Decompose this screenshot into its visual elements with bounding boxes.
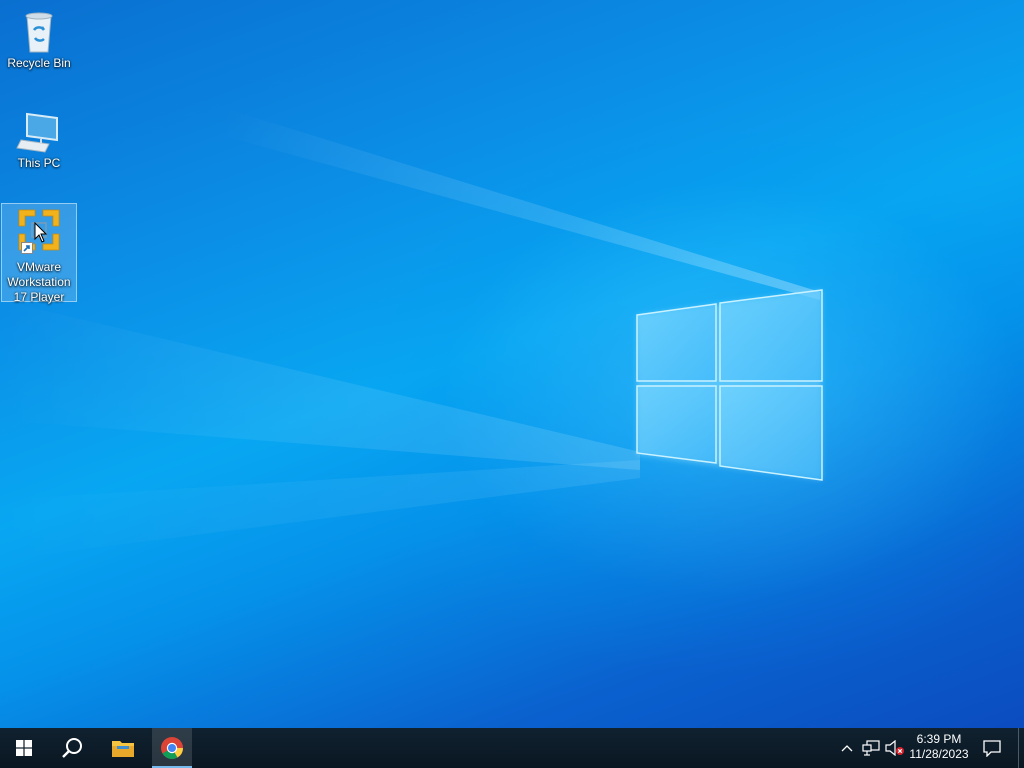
search-icon: [62, 738, 82, 758]
desktop-icon-recycle-bin[interactable]: Recycle Bin: [1, 6, 77, 76]
network-button[interactable]: [860, 728, 882, 768]
mouse-cursor-icon: [34, 222, 48, 243]
taskbar-clock[interactable]: 6:39 PM 11/28/2023: [904, 728, 974, 768]
desktop-wallpaper[interactable]: Recycle Bin This PC VMware Workstation 1…: [0, 0, 1024, 728]
volume-button[interactable]: [884, 728, 906, 768]
desktop-icon-this-pc[interactable]: This PC: [1, 106, 77, 176]
show-desktop-button[interactable]: [1018, 728, 1024, 768]
windows-logo-wallpaper: [636, 289, 823, 481]
taskbar-file-explorer[interactable]: [100, 728, 146, 768]
chrome-icon: [161, 737, 183, 759]
desktop-icon-label: VMware Workstation 17 Player: [7, 260, 71, 304]
recycle-bin-icon: [15, 8, 63, 56]
show-hidden-icons-button[interactable]: [838, 728, 856, 768]
clock-date: 11/28/2023: [909, 747, 969, 761]
action-center-button[interactable]: [980, 728, 1004, 768]
action-center-icon: [983, 739, 1001, 757]
volume-muted-icon: [885, 740, 904, 756]
taskbar: 6:39 PM 11/28/2023: [0, 728, 1024, 768]
taskbar-chrome[interactable]: [152, 728, 192, 768]
search-button[interactable]: [48, 728, 96, 768]
this-pc-icon: [15, 108, 63, 156]
file-explorer-icon: [112, 741, 134, 757]
network-icon: [862, 740, 880, 756]
desktop-icon-label: Recycle Bin: [7, 56, 71, 70]
clock-time: 6:39 PM: [916, 732, 962, 746]
shortcut-arrow-icon: [21, 242, 33, 254]
start-button[interactable]: [0, 728, 48, 768]
chevron-up-icon: [841, 745, 853, 752]
desktop-icon-label: This PC: [17, 156, 61, 170]
desktop-icon-vmware[interactable]: VMware Workstation 17 Player: [1, 203, 77, 304]
windows-start-icon: [16, 740, 32, 756]
